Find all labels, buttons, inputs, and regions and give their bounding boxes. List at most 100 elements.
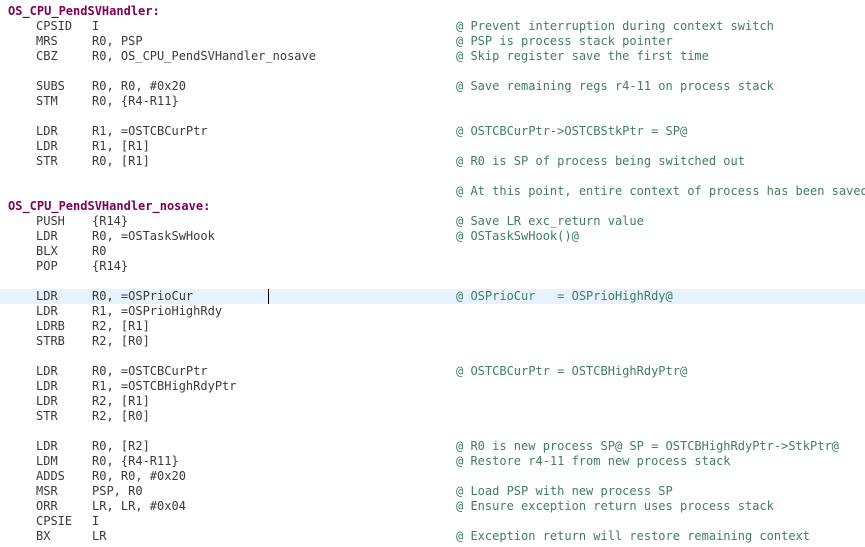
code-operands: R1, =OSTCBHighRdyPtr [92, 379, 237, 393]
code-operands: R0, =OSPrioCur [92, 289, 194, 303]
code-operands: R0 [92, 244, 107, 258]
code-instruction: STR [36, 409, 58, 423]
code-comment: @ Ensure exception return uses process s… [456, 499, 774, 513]
code-comment: @ Prevent interruption during context sw… [456, 19, 774, 33]
code-line[interactable]: LDR R2, [R1] [0, 394, 865, 409]
code-comment: @ Exception return will restore remainin… [456, 529, 811, 543]
text-cursor [268, 289, 269, 304]
code-instruction: LDR [36, 379, 58, 393]
code-line[interactable]: STM R0, {R4-R11} [0, 94, 865, 109]
code-operands: R1, =OSTCBCurPtr [92, 124, 208, 138]
code-operands: R0, =OSTCBCurPtr [92, 364, 208, 378]
code-instruction: STR [36, 154, 58, 168]
code-operands: R2, [R1] [92, 319, 150, 333]
code-line[interactable]: MRS R0, PSP @ PSP is process stack pointer [0, 34, 865, 49]
code-instruction: LDR [36, 139, 58, 153]
code-line[interactable]: SUBS R0, R0, #0x20 @ Save remaining regs r… [0, 79, 865, 94]
code-comment: @ R0 is SP of process being switched out [456, 154, 745, 168]
code-operands: R2, [R0] [92, 334, 150, 348]
code-operands: LR, LR, #0x04 [92, 499, 186, 513]
code-instruction: CPSID [36, 19, 73, 33]
code-line[interactable]: CPSID I @ Prevent interruption during cont… [0, 19, 865, 34]
code-instruction: LDR [36, 439, 58, 453]
code-operands: R0, R0, #0x20 [92, 79, 186, 93]
code-comment: @ Save LR exc_return value [456, 214, 644, 228]
code-instruction: CBZ [36, 49, 58, 63]
code-line[interactable] [0, 109, 865, 124]
code-instruction: MSR [36, 484, 58, 498]
code-label: OS_CPU_PendSVHandler_nosave: [8, 199, 211, 213]
code-instruction: SUBS [36, 79, 65, 93]
code-line[interactable] [0, 424, 865, 439]
assembly-code-editor[interactable]: OS_CPU_PendSVHandler: CPSID I @ Prevent int… [0, 4, 865, 544]
code-instruction: LDR [36, 304, 58, 318]
code-line[interactable]: LDR R0, =OSTaskSwHook @ OSTaskSwHook()@ [0, 229, 865, 244]
code-operands: R0, {R4-R11} [92, 454, 179, 468]
code-line[interactable]: LDR R1, [R1] [0, 139, 865, 154]
code-line[interactable]: LDR R0, =OSTCBCurPtr @ OSTCBCurPtr = OSTCB… [0, 364, 865, 379]
code-label: OS_CPU_PendSVHandler: [8, 4, 160, 18]
code-operands: {R14} [92, 214, 129, 228]
code-line[interactable]: @ At this point, entire context of proce… [0, 184, 865, 199]
code-operands: R0, R0, #0x20 [92, 469, 186, 483]
code-instruction: PUSH [36, 214, 65, 228]
code-operands: I [92, 19, 100, 33]
code-comment: @ Save remaining regs r4-11 on process s… [456, 79, 774, 93]
code-instruction: LDRB [36, 319, 65, 333]
code-operands: R0, {R4-R11} [92, 94, 179, 108]
code-comment: @ At this point, entire context of proce… [456, 184, 865, 198]
code-line[interactable]: LDRB R2, [R1] [0, 319, 865, 334]
code-line[interactable]: MSR PSP, R0 @ Load PSP with new process SP [0, 484, 865, 499]
code-comment: @ OSTaskSwHook()@ [456, 229, 579, 243]
code-line[interactable]: LDR R1, =OSTCBCurPtr @ OSTCBCurPtr->OSTCBS… [0, 124, 865, 139]
code-operands: I [92, 514, 100, 528]
code-line[interactable]: BX LR @ Exception return will restore rema… [0, 529, 865, 544]
code-line[interactable]: CPSIE I [0, 514, 865, 529]
code-comment: @ OSTCBCurPtr = OSTCBHighRdyPtr@ [456, 364, 688, 378]
code-line[interactable]: ORR LR, LR, #0x04 @ Ensure exception retur… [0, 499, 865, 514]
code-instruction: BX [36, 529, 51, 543]
code-line[interactable]: STR R2, [R0] [0, 409, 865, 424]
code-comment: @ PSP is process stack pointer [456, 34, 673, 48]
code-instruction: LDR [36, 124, 58, 138]
code-instruction: CPSIE [36, 514, 73, 528]
code-line[interactable]: LDR R1, =OSTCBHighRdyPtr [0, 379, 865, 394]
code-operands: R0, PSP [92, 34, 143, 48]
code-line[interactable] [0, 274, 865, 289]
code-line[interactable]: OS_CPU_PendSVHandler: [0, 4, 865, 19]
code-operands: PSP, R0 [92, 484, 143, 498]
code-instruction: MRS [36, 34, 58, 48]
code-operands: R0, [R1] [92, 154, 150, 168]
code-line[interactable]: POP {R14} [0, 259, 865, 274]
code-comment: @ Restore r4-11 from new process stack [456, 454, 731, 468]
code-line[interactable]: ADDS R0, R0, #0x20 [0, 469, 865, 484]
code-instruction: ORR [36, 499, 58, 513]
code-operands: R0, [R2] [92, 439, 150, 453]
code-instruction: LDR [36, 364, 58, 378]
code-line[interactable] [0, 64, 865, 79]
code-operands: LR [92, 529, 107, 543]
code-operands: R2, [R1] [92, 394, 150, 408]
code-operands: R1, =OSPrioHighRdy [92, 304, 223, 318]
code-line[interactable]: STR R0, [R1] @ R0 is SP of process being s… [0, 154, 865, 169]
code-line[interactable]: CBZ R0, OS_CPU_PendSVHandler_nosave @ Skip… [0, 49, 865, 64]
code-operands: {R14} [92, 259, 129, 273]
code-instruction: POP [36, 259, 58, 273]
code-instruction: STM [36, 94, 58, 108]
code-comment: @ R0 is new process SP@ SP = OSTCBHighRd… [456, 439, 839, 453]
code-line[interactable] [0, 349, 865, 364]
code-line[interactable] [0, 169, 865, 184]
code-line[interactable]: LDR R0, [R2] @ R0 is new process SP@ SP = … [0, 439, 865, 454]
code-line[interactable]: LDR R1, =OSPrioHighRdy [0, 304, 865, 319]
code-line[interactable]: OS_CPU_PendSVHandler_nosave: [0, 199, 865, 214]
code-instruction: LDR [36, 394, 58, 408]
code-operands: R1, [R1] [92, 139, 150, 153]
code-instruction: STRB [36, 334, 65, 348]
code-line[interactable]: LDM R0, {R4-R11} @ Restore r4-11 from new … [0, 454, 865, 469]
code-instruction: BLX [36, 244, 58, 258]
code-line[interactable]: PUSH {R14} @ Save LR exc_return value [0, 214, 865, 229]
current-code-line[interactable]: LDR R0, =OSPrioCur @ OSPrioCur = OSPrioHig… [0, 289, 865, 304]
code-line[interactable]: STRB R2, [R0] [0, 334, 865, 349]
code-line[interactable]: BLX R0 [0, 244, 865, 259]
code-operands: R0, =OSTaskSwHook [92, 229, 215, 243]
